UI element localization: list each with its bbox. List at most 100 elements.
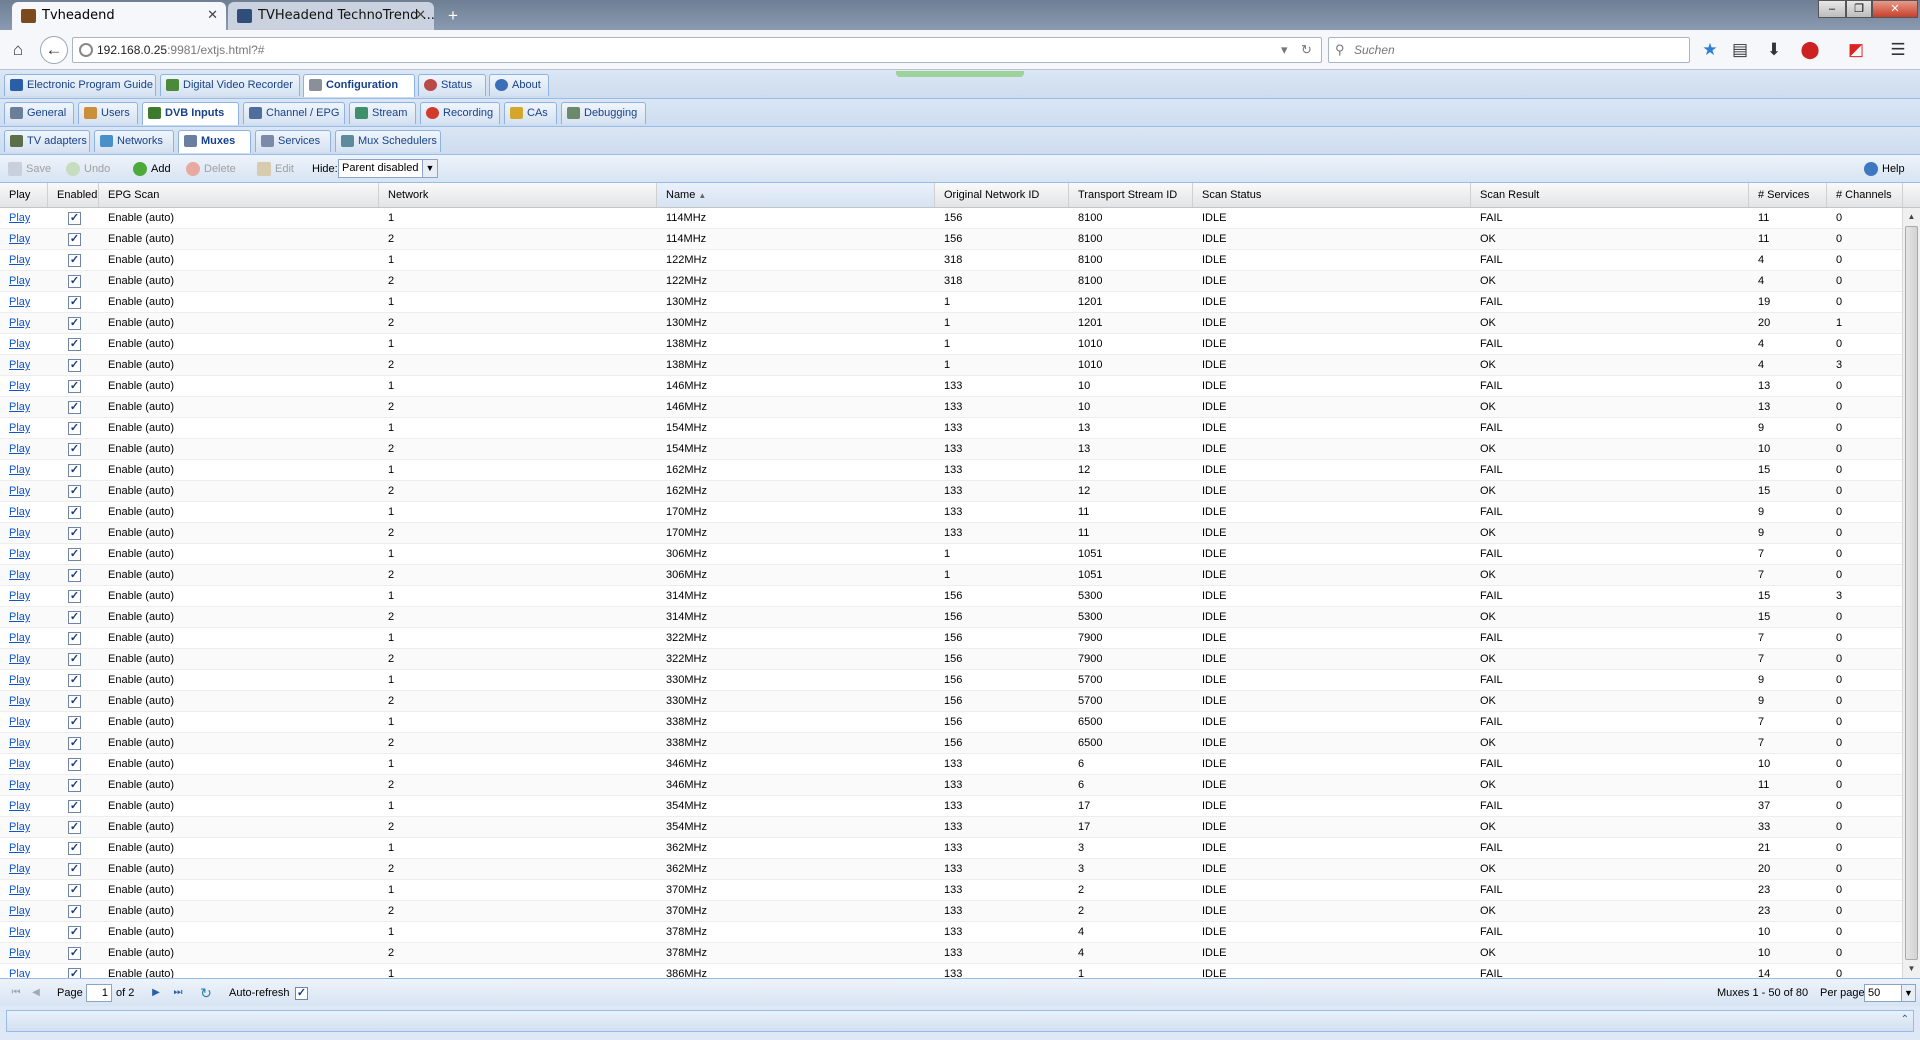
table-row[interactable]: Play ✓ Enable (auto) 2 378MHz 133 4 IDLE OK 10 0 bbox=[0, 943, 1902, 964]
menu-icon[interactable]: ☰ bbox=[1886, 38, 1910, 62]
new-tab-button[interactable]: + bbox=[440, 4, 466, 28]
play-link[interactable]: Play bbox=[9, 401, 30, 413]
per-page-select[interactable]: 50 ▼ bbox=[1864, 984, 1916, 1002]
enabled-checkbox[interactable]: ✓ bbox=[68, 233, 81, 246]
table-row[interactable]: Play ✓ Enable (auto) 2 114MHz 156 8100 IDLE OK 11… bbox=[0, 229, 1902, 250]
play-link[interactable]: Play bbox=[0, 271, 30, 291]
play-link[interactable]: Play bbox=[0, 481, 30, 501]
tab-channel-epg[interactable]: Channel / EPG bbox=[243, 102, 345, 124]
play-link[interactable]: Play bbox=[0, 670, 30, 690]
enabled-checkbox[interactable]: ✓ bbox=[68, 863, 81, 876]
tab-dvb-inputs[interactable]: DVB Inputs bbox=[142, 102, 239, 125]
scroll-up-icon[interactable]: ▲ bbox=[1903, 208, 1920, 225]
tab-muxes[interactable]: Muxes bbox=[178, 130, 251, 153]
play-link[interactable]: Play bbox=[9, 590, 30, 602]
play-link[interactable]: Play bbox=[0, 691, 30, 711]
enabled-checkbox[interactable]: ✓ bbox=[68, 506, 81, 519]
url-bar[interactable]: 192.168.0.25:9981/extjs.html?# ▾ ↻ bbox=[72, 37, 1322, 63]
scroll-down-icon[interactable]: ▼ bbox=[1903, 960, 1920, 977]
tab-mux-schedulers[interactable]: Mux Schedulers bbox=[335, 130, 441, 152]
table-row[interactable]: Play ✓ Enable (auto) 2 122MHz 318 8100 IDLE OK 4 0 bbox=[0, 271, 1902, 292]
table-row[interactable]: Play ✓ Enable (auto) 2 314MHz 156 5300 IDLE OK 15… bbox=[0, 607, 1902, 628]
table-row[interactable]: Play ✓ Enable (auto) 1 146MHz 133 10 IDLE FAIL 13… bbox=[0, 376, 1902, 397]
enabled-checkbox[interactable]: ✓ bbox=[68, 317, 81, 330]
next-page-icon[interactable]: ▶ bbox=[148, 985, 164, 1001]
home-icon[interactable]: ⌂ bbox=[6, 38, 30, 62]
table-row[interactable]: Play ✓ Enable (auto) 2 170MHz 133 11 IDLE OK 9 0 bbox=[0, 523, 1902, 544]
tab-networks[interactable]: Networks bbox=[94, 130, 174, 152]
hide-filter-select[interactable]: Parent disabled ▼ bbox=[338, 159, 438, 178]
table-row[interactable]: Play ✓ Enable (auto) 1 322MHz 156 7900 IDLE FAIL… bbox=[0, 628, 1902, 649]
play-link[interactable]: Play bbox=[9, 380, 30, 392]
edit-button[interactable]: Edit bbox=[255, 160, 294, 178]
search-bar[interactable]: ⚲ Suchen bbox=[1328, 37, 1690, 63]
table-row[interactable]: Play ✓ Enable (auto) 2 154MHz 133 13 IDLE OK 10 0 bbox=[0, 439, 1902, 460]
play-link[interactable]: Play bbox=[0, 859, 30, 879]
play-link[interactable]: Play bbox=[9, 716, 30, 728]
enabled-checkbox[interactable]: ✓ bbox=[68, 401, 81, 414]
play-link[interactable]: Play bbox=[9, 506, 30, 518]
table-row[interactable]: Play ✓ Enable (auto) 1 354MHz 133 17 IDLE FAIL 37… bbox=[0, 796, 1902, 817]
play-link[interactable]: Play bbox=[0, 544, 30, 564]
table-row[interactable]: Play ✓ Enable (auto) 1 170MHz 133 11 IDLE FAIL 9 0 bbox=[0, 502, 1902, 523]
table-row[interactable]: Play ✓ Enable (auto) 2 338MHz 156 6500 IDLE OK 7 0 bbox=[0, 733, 1902, 754]
play-link[interactable]: Play bbox=[0, 334, 30, 354]
table-row[interactable]: Play ✓ Enable (auto) 1 338MHz 156 6500 IDLE FAIL… bbox=[0, 712, 1902, 733]
enabled-checkbox[interactable]: ✓ bbox=[68, 443, 81, 456]
enabled-checkbox[interactable]: ✓ bbox=[68, 968, 81, 978]
enabled-checkbox[interactable]: ✓ bbox=[68, 212, 81, 225]
table-row[interactable]: Play ✓ Enable (auto) 1 370MHz 133 2 IDLE FAIL 23 0 bbox=[0, 880, 1902, 901]
tab-users[interactable]: Users bbox=[78, 102, 138, 124]
column-header-name[interactable]: Name ▲ bbox=[657, 183, 935, 207]
table-row[interactable]: Play ✓ Enable (auto) 1 154MHz 133 13 IDLE FAIL 9 0 bbox=[0, 418, 1902, 439]
play-link[interactable]: Play bbox=[0, 649, 30, 669]
table-row[interactable]: Play ✓ Enable (auto) 2 146MHz 133 10 IDLE OK 13 0 bbox=[0, 397, 1902, 418]
play-link[interactable]: Play bbox=[0, 397, 30, 417]
enabled-checkbox[interactable]: ✓ bbox=[68, 926, 81, 939]
play-link[interactable]: Play bbox=[9, 674, 30, 686]
bookmarks-list-icon[interactable]: ▤ bbox=[1728, 38, 1752, 62]
column-header-scan-result[interactable]: Scan Result bbox=[1471, 183, 1749, 207]
enabled-checkbox[interactable]: ✓ bbox=[68, 716, 81, 729]
play-link[interactable]: Play bbox=[0, 838, 30, 858]
play-link[interactable]: Play bbox=[9, 737, 30, 749]
play-link[interactable]: Play bbox=[9, 569, 30, 581]
minimize-icon[interactable]: – bbox=[1818, 0, 1846, 18]
browser-tab-tvheadend[interactable]: Tvheadend ✕ bbox=[12, 2, 226, 30]
enabled-checkbox[interactable]: ✓ bbox=[68, 275, 81, 288]
delete-button[interactable]: Delete bbox=[184, 160, 236, 178]
table-row[interactable]: Play ✓ Enable (auto) 1 330MHz 156 5700 IDLE FAIL… bbox=[0, 670, 1902, 691]
play-link[interactable]: Play bbox=[9, 611, 30, 623]
close-tab-icon[interactable]: ✕ bbox=[207, 2, 218, 30]
browser-tab-technotrend[interactable]: TVHeadend TechnoTrend ... ✕ bbox=[228, 2, 434, 30]
tab-about[interactable]: About bbox=[489, 74, 549, 96]
auto-refresh-checkbox[interactable]: ✓ bbox=[295, 987, 308, 1000]
column-header-play[interactable]: Play bbox=[0, 183, 48, 207]
downloads-icon[interactable]: ⬇ bbox=[1762, 38, 1786, 62]
play-link[interactable]: Play bbox=[0, 943, 30, 963]
play-link[interactable]: Play bbox=[9, 632, 30, 644]
enabled-checkbox[interactable]: ✓ bbox=[68, 569, 81, 582]
table-row[interactable]: Play ✓ Enable (auto) 1 314MHz 156 5300 IDLE FAIL… bbox=[0, 586, 1902, 607]
tab-stream[interactable]: Stream bbox=[349, 102, 416, 124]
table-row[interactable]: Play ✓ Enable (auto) 2 370MHz 133 2 IDLE OK 23 0 bbox=[0, 901, 1902, 922]
close-tab-icon[interactable]: ✕ bbox=[415, 2, 426, 30]
play-link[interactable]: Play bbox=[9, 338, 30, 350]
enabled-checkbox[interactable]: ✓ bbox=[68, 590, 81, 603]
table-row[interactable]: Play ✓ Enable (auto) 1 138MHz 1 1010 IDLE FAIL 4 0 bbox=[0, 334, 1902, 355]
play-link[interactable]: Play bbox=[0, 712, 30, 732]
play-link[interactable]: Play bbox=[0, 628, 30, 648]
table-row[interactable]: Play ✓ Enable (auto) 1 362MHz 133 3 IDLE FAIL 21 0 bbox=[0, 838, 1902, 859]
tab-epg[interactable]: Electronic Program Guide bbox=[4, 74, 156, 96]
enabled-checkbox[interactable]: ✓ bbox=[68, 338, 81, 351]
play-link[interactable]: Play bbox=[9, 884, 30, 896]
play-link[interactable]: Play bbox=[0, 250, 30, 270]
play-link[interactable]: Play bbox=[9, 527, 30, 539]
enabled-checkbox[interactable]: ✓ bbox=[68, 611, 81, 624]
play-link[interactable]: Play bbox=[0, 376, 30, 396]
play-link[interactable]: Play bbox=[0, 355, 30, 375]
last-page-icon[interactable]: ⏭ bbox=[170, 985, 186, 1001]
tab-services[interactable]: Services bbox=[255, 130, 331, 152]
play-link[interactable]: Play bbox=[0, 901, 30, 921]
table-row[interactable]: Play ✓ Enable (auto) 2 138MHz 1 1010 IDLE OK 4 3 bbox=[0, 355, 1902, 376]
